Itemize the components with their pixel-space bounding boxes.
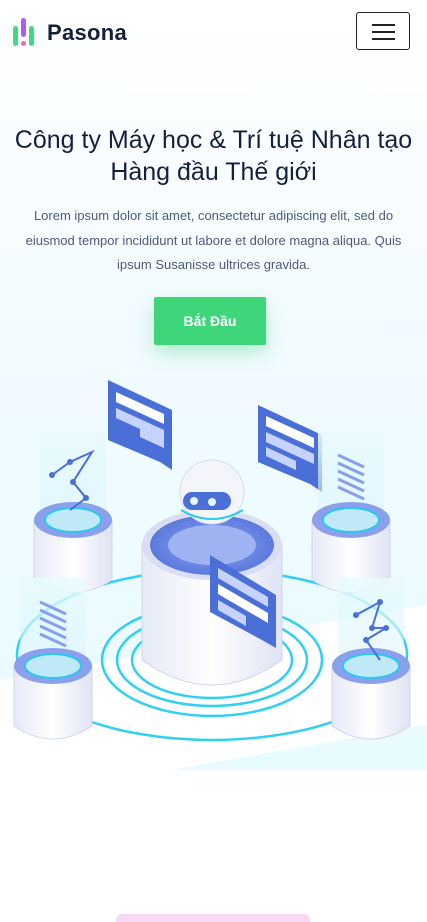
pedestal-bottom-right xyxy=(331,578,411,740)
pedestal-bottom-left xyxy=(13,578,93,740)
chat-bubble-right xyxy=(258,405,322,492)
hamburger-menu-icon xyxy=(372,24,395,26)
brand-name: Pasona xyxy=(47,20,128,45)
pedestal-top-left xyxy=(33,432,113,593)
next-section-edge xyxy=(116,914,310,922)
get-started-button[interactable]: Bắt Đầu xyxy=(154,297,266,345)
hero-title: Công ty Máy học & Trí tuệ Nhân tạo Hàng … xyxy=(14,126,413,186)
site-header: Pasona xyxy=(0,0,427,64)
menu-toggle-button[interactable] xyxy=(356,12,410,50)
pedestal-top-right xyxy=(311,432,391,593)
pasona-logo-icon xyxy=(12,18,38,48)
ai-robot-illustration xyxy=(13,380,411,742)
hero-description: Lorem ipsum dolor sit amet, consectetur … xyxy=(25,208,402,272)
robot-head xyxy=(179,459,245,525)
chat-bubble-left xyxy=(108,380,172,470)
brand-link[interactable]: Pasona xyxy=(12,18,127,48)
